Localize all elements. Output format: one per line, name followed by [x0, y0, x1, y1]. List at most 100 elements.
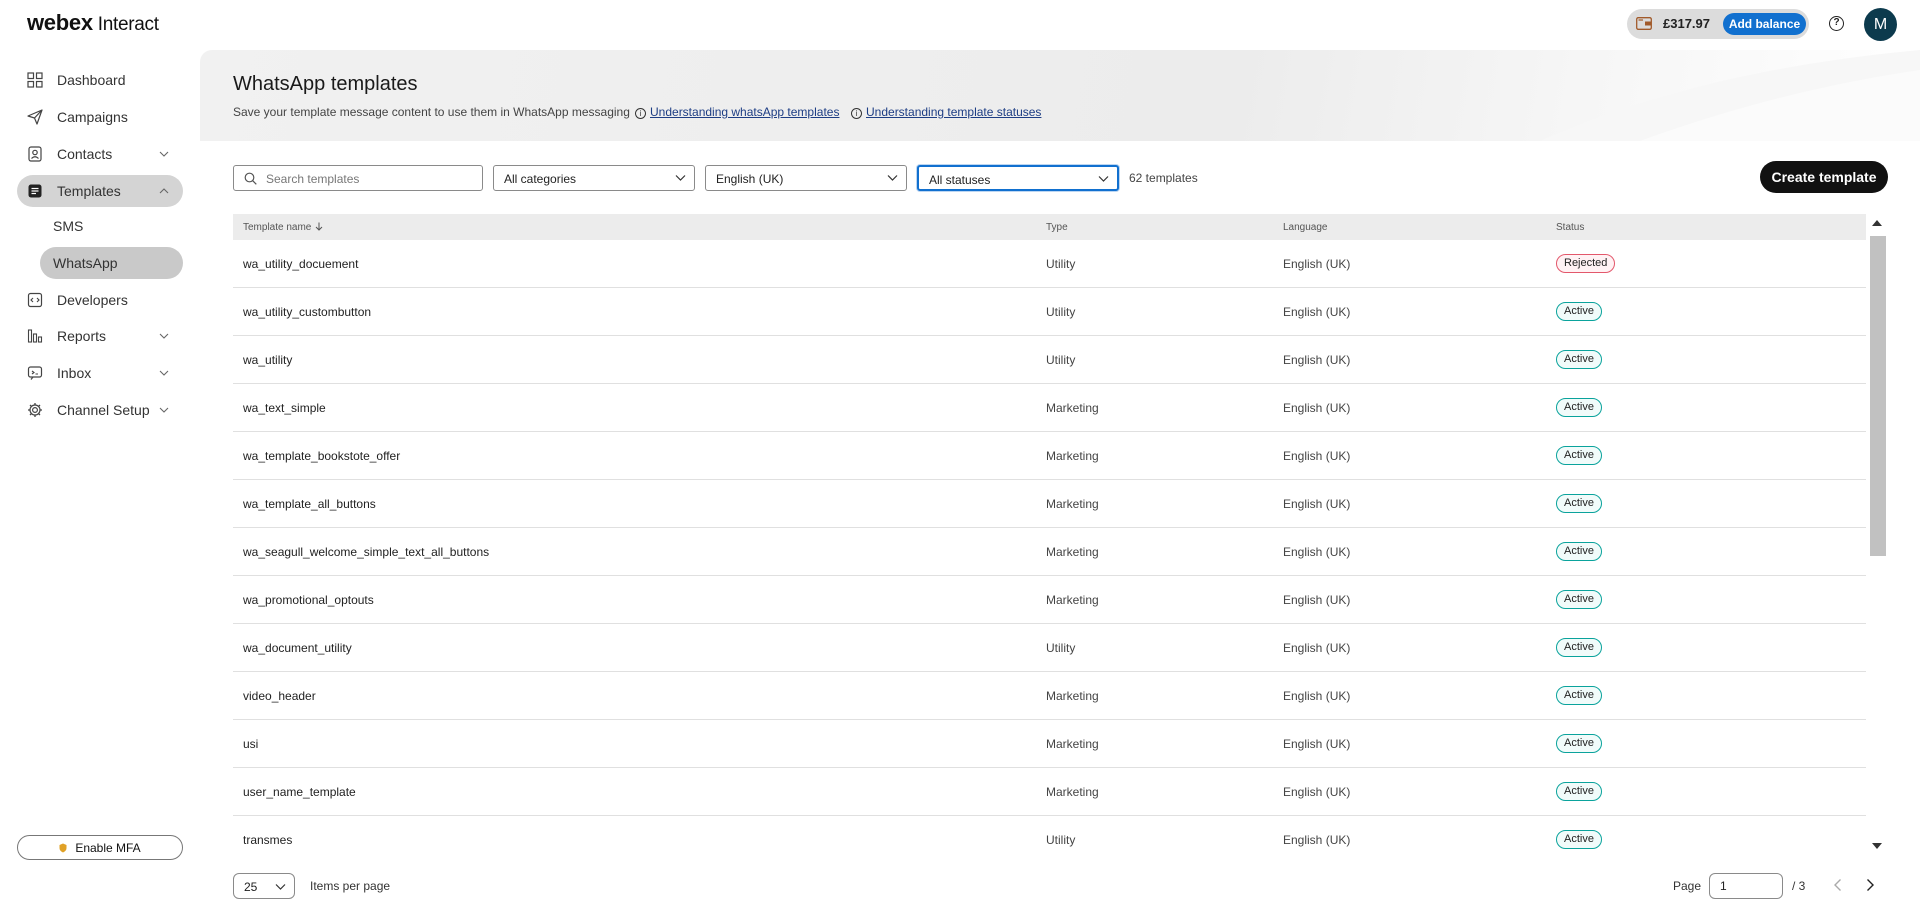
bar-chart-icon — [27, 329, 43, 343]
template-name-cell[interactable]: wa_promotional_optouts — [243, 593, 374, 607]
status-select-value: All statuses — [929, 173, 991, 187]
template-name-cell[interactable]: wa_document_utility — [243, 641, 352, 655]
template-name-cell[interactable]: wa_template_all_buttons — [243, 497, 376, 511]
table-row[interactable]: wa_utility Utility English (UK) Active — [233, 336, 1866, 384]
category-select[interactable]: All categories — [493, 165, 695, 191]
webex-logo[interactable]: webex Interact — [27, 10, 159, 36]
table-scrollbar[interactable] — [1866, 214, 1888, 855]
template-name-cell[interactable]: wa_text_simple — [243, 401, 326, 415]
add-balance-button[interactable]: Add balance — [1723, 13, 1806, 35]
sidebar-item-label: Reports — [57, 328, 107, 344]
sidebar-item-label: Inbox — [57, 365, 92, 381]
status-badge: Active — [1556, 494, 1602, 513]
avatar[interactable]: M — [1864, 8, 1897, 41]
sidebar-item-campaigns[interactable]: Campaigns — [17, 101, 183, 133]
search-input[interactable] — [266, 170, 476, 187]
chevron-down-icon — [887, 175, 898, 181]
template-name-cell[interactable]: wa_utility — [243, 353, 292, 367]
template-name-cell[interactable]: video_header — [243, 689, 316, 703]
column-header-name[interactable]: Template name — [243, 222, 323, 233]
chevron-up-icon — [159, 188, 169, 194]
templates-table: Template name Type Language Status wa_ut… — [233, 214, 1888, 855]
sidebar-item-dashboard[interactable]: Dashboard — [17, 64, 183, 96]
table-row[interactable]: wa_utility_docuement Utility English (UK) R… — [233, 240, 1866, 288]
table-row[interactable]: transmes Utility English (UK) Active — [233, 816, 1866, 855]
inbox-icon — [27, 366, 43, 380]
sidebar-item-developers[interactable]: Developers — [17, 284, 183, 316]
chevron-down-icon — [159, 370, 169, 376]
search-box — [233, 165, 483, 191]
info-icon: i — [851, 108, 862, 119]
table-row[interactable]: wa_template_bookstote_offer Marketing Engl… — [233, 432, 1866, 480]
column-header-language[interactable]: Language — [1283, 222, 1328, 233]
status-badge: Active — [1556, 446, 1602, 465]
sidebar-subitem-sms[interactable]: SMS — [40, 210, 183, 242]
template-name-cell[interactable]: wa_template_bookstote_offer — [243, 449, 400, 463]
template-type-cell: Marketing — [1046, 593, 1099, 607]
column-header-status[interactable]: Status — [1556, 222, 1584, 233]
sidebar-item-reports[interactable]: Reports — [17, 320, 183, 352]
table-row[interactable]: wa_document_utility Utility English (UK) Ac… — [233, 624, 1866, 672]
scroll-up-arrow-icon[interactable] — [1872, 220, 1882, 226]
table-row[interactable]: video_header Marketing English (UK) Active — [233, 672, 1866, 720]
status-badge: Rejected — [1556, 254, 1616, 273]
scroll-down-arrow-icon[interactable] — [1872, 843, 1882, 849]
template-name-cell[interactable]: usi — [243, 737, 258, 751]
sidebar-subitem-whatsapp[interactable]: WhatsApp — [40, 247, 183, 279]
understanding-templates-link[interactable]: i Understanding whatsApp templates — [635, 105, 839, 119]
page-number-input[interactable] — [1709, 873, 1783, 899]
template-name-cell[interactable]: wa_utility_custombutton — [243, 305, 371, 319]
items-per-page-select[interactable]: 25 — [233, 873, 295, 899]
sidebar-subitem-label: SMS — [53, 218, 84, 234]
table-row[interactable]: wa_utility_custombutton Utility English (U… — [233, 288, 1866, 336]
template-type-cell: Marketing — [1046, 785, 1099, 799]
sidebar-item-channel-setup[interactable]: Channel Setup — [17, 394, 183, 426]
shield-icon — [59, 843, 67, 852]
status-badge: Active — [1556, 686, 1602, 705]
chevron-down-icon — [159, 333, 169, 339]
balance-amount: £317.97 — [1663, 16, 1710, 31]
chevron-down-icon — [675, 175, 686, 181]
column-header-type[interactable]: Type — [1046, 222, 1068, 233]
balance-pill: £317.97 Add balance — [1627, 9, 1809, 39]
template-type-cell: Marketing — [1046, 689, 1099, 703]
table-row[interactable]: wa_text_simple Marketing English (UK) Activ… — [233, 384, 1866, 432]
enable-mfa-button[interactable]: Enable MFA — [17, 835, 183, 860]
template-name-cell[interactable]: transmes — [243, 833, 292, 847]
table-row[interactable]: wa_seagull_welcome_simple_text_all_butto… — [233, 528, 1866, 576]
page-header: WhatsApp templates Save your template me… — [200, 50, 1920, 141]
scroll-thumb[interactable] — [1870, 236, 1886, 556]
info-icon: i — [635, 108, 646, 119]
status-select[interactable]: All statuses — [917, 165, 1119, 191]
help-icon[interactable]: ? — [1829, 16, 1844, 31]
template-type-cell: Marketing — [1046, 497, 1099, 511]
sidebar-item-inbox[interactable]: Inbox — [17, 357, 183, 389]
create-template-button[interactable]: Create template — [1760, 161, 1888, 193]
template-language-cell: English (UK) — [1283, 833, 1351, 847]
table-row[interactable]: user_name_template Marketing English (UK) A… — [233, 768, 1866, 816]
template-language-cell: English (UK) — [1283, 689, 1351, 703]
template-type-cell: Utility — [1046, 257, 1076, 271]
sidebar-subitem-label: WhatsApp — [53, 255, 118, 271]
sidebar-item-templates[interactable]: Templates — [17, 175, 183, 207]
sidebar-item-label: Channel Setup — [57, 402, 150, 418]
understanding-statuses-link[interactable]: i Understanding template statuses — [851, 105, 1041, 119]
previous-page-icon[interactable] — [1828, 875, 1848, 895]
template-language-cell: English (UK) — [1283, 545, 1351, 559]
language-select[interactable]: English (UK) — [705, 165, 907, 191]
page-title: WhatsApp templates — [233, 73, 418, 95]
next-page-icon[interactable] — [1860, 875, 1880, 895]
table-row[interactable]: wa_template_all_buttons Marketing English … — [233, 480, 1866, 528]
template-name-cell[interactable]: user_name_template — [243, 785, 356, 799]
template-name-cell[interactable]: wa_utility_docuement — [243, 257, 358, 271]
template-name-cell[interactable]: wa_seagull_welcome_simple_text_all_butto… — [243, 545, 489, 559]
language-select-value: English (UK) — [716, 172, 784, 186]
template-language-cell: English (UK) — [1283, 593, 1351, 607]
code-icon — [27, 292, 43, 308]
sidebar-item-label: Developers — [57, 292, 128, 308]
table-row[interactable]: usi Marketing English (UK) Active — [233, 720, 1866, 768]
sidebar-item-contacts[interactable]: Contacts — [17, 138, 183, 170]
status-badge: Active — [1556, 542, 1602, 561]
template-language-cell: English (UK) — [1283, 305, 1351, 319]
table-row[interactable]: wa_promotional_optouts Marketing English (… — [233, 576, 1866, 624]
